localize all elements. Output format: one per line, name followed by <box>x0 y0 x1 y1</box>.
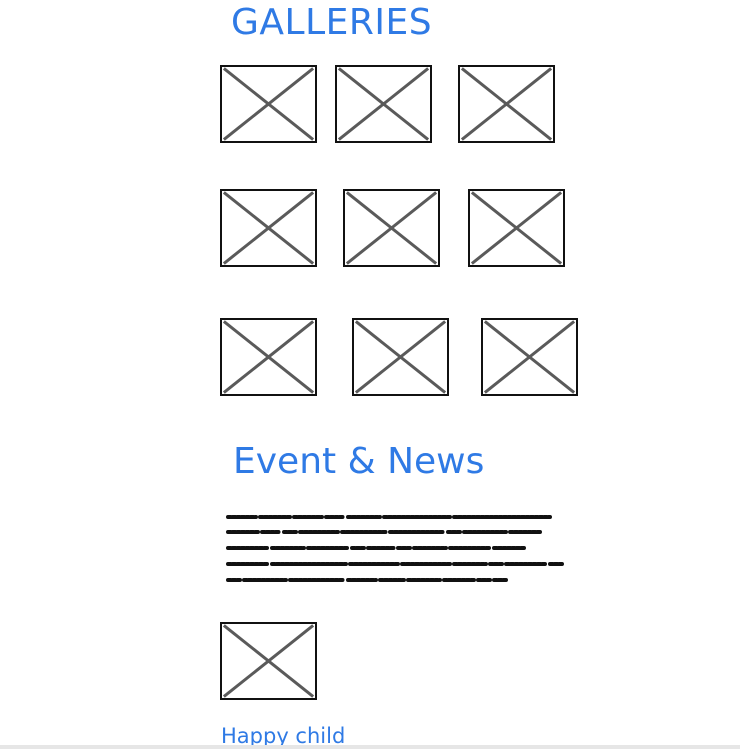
gallery-image-6[interactable] <box>468 189 565 267</box>
image-placeholder-icon <box>222 191 315 265</box>
image-placeholder-icon <box>460 67 553 141</box>
gallery-image-9[interactable] <box>481 318 578 396</box>
featured-image[interactable] <box>220 622 317 700</box>
news-title: Event & News <box>233 441 485 482</box>
image-placeholder-icon <box>222 320 315 394</box>
image-placeholder-icon <box>222 624 315 698</box>
image-placeholder-icon <box>345 191 438 265</box>
image-placeholder-icon <box>483 320 576 394</box>
image-placeholder-icon <box>222 67 315 141</box>
image-placeholder-icon <box>354 320 447 394</box>
gallery-image-2[interactable] <box>335 65 432 143</box>
gallery-image-5[interactable] <box>343 189 440 267</box>
news-body-placeholder <box>226 515 564 582</box>
bottom-scroll-edge <box>0 745 740 749</box>
galleries-title: GALLERIES <box>231 2 433 43</box>
image-placeholder-icon <box>470 191 563 265</box>
gallery-image-1[interactable] <box>220 65 317 143</box>
image-placeholder-icon <box>337 67 430 141</box>
gallery-image-4[interactable] <box>220 189 317 267</box>
gallery-image-7[interactable] <box>220 318 317 396</box>
gallery-image-3[interactable] <box>458 65 555 143</box>
gallery-image-8[interactable] <box>352 318 449 396</box>
